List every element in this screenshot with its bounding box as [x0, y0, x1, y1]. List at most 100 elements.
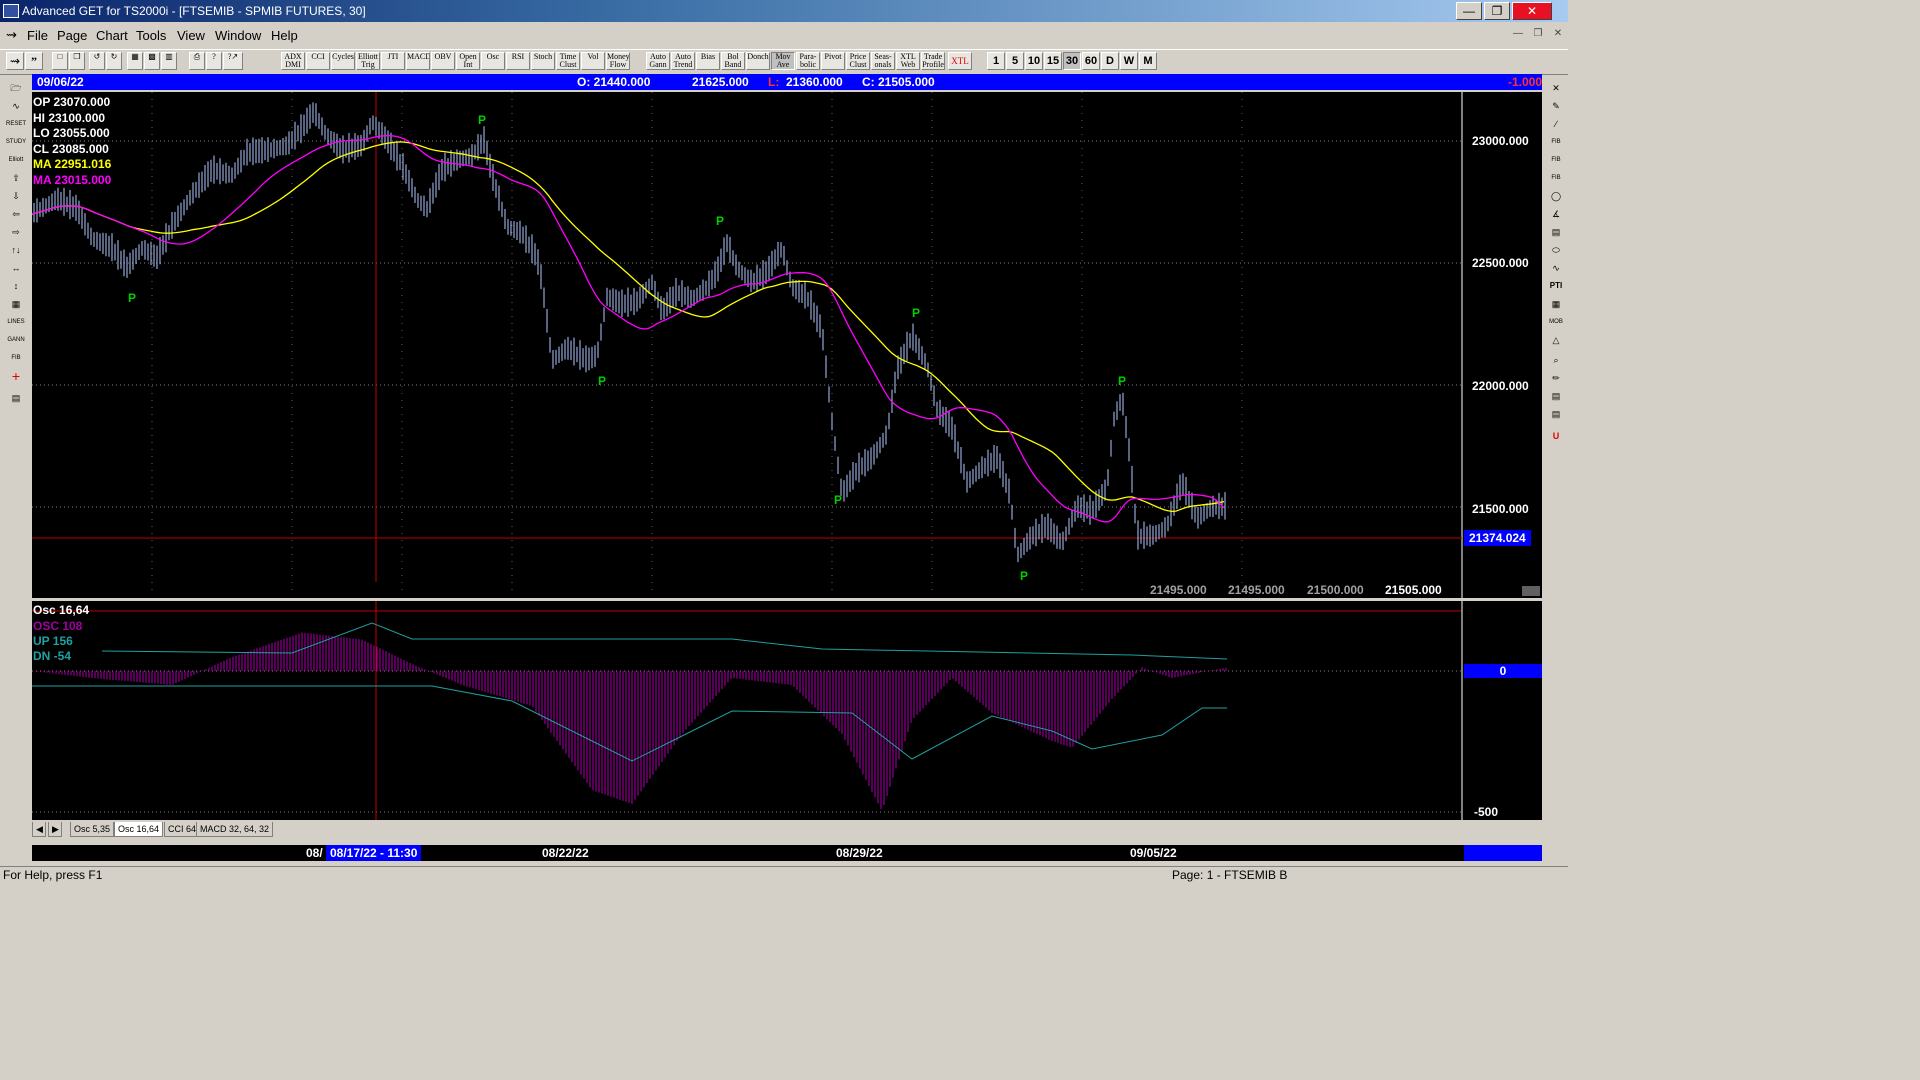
- ellipse-icon[interactable]: ⬭: [1545, 242, 1567, 258]
- menu-page[interactable]: Page: [57, 28, 87, 43]
- layout-icon[interactable]: ▥: [161, 52, 177, 70]
- study-button-macd[interactable]: MACD: [406, 52, 430, 70]
- study-button-mov-ave[interactable]: Mov Ave: [771, 52, 795, 70]
- study-icon[interactable]: STUDY: [5, 134, 27, 150]
- mob-icon[interactable]: MOB: [1545, 314, 1567, 330]
- tab-macd[interactable]: MACD 32, 64, 32: [196, 822, 274, 837]
- interval-button-30[interactable]: 30: [1063, 52, 1081, 70]
- interval-button-15[interactable]: 15: [1044, 52, 1062, 70]
- grid-toggle-icon[interactable]: ▦: [5, 296, 27, 312]
- menu-tools[interactable]: Tools: [136, 28, 166, 43]
- interval-button-1[interactable]: 1: [987, 52, 1005, 70]
- study-button-osc[interactable]: Osc: [481, 52, 505, 70]
- arrow-left-icon[interactable]: ⇦: [5, 206, 27, 222]
- help-bulb-icon[interactable]: ?: [206, 52, 222, 70]
- study-button-stoch[interactable]: Stoch: [531, 52, 555, 70]
- triangle-icon[interactable]: △: [1545, 332, 1567, 348]
- circle-icon[interactable]: ◯: [1545, 188, 1567, 204]
- study-button-time-clust[interactable]: Time Clust: [556, 52, 580, 70]
- context-help-icon[interactable]: ?↗: [223, 52, 243, 70]
- zoom-icon[interactable]: ⌕: [1545, 352, 1567, 368]
- new-page-icon[interactable]: □: [52, 52, 68, 70]
- gann-icon[interactable]: GANN: [5, 332, 27, 348]
- pti-icon[interactable]: PTI: [1545, 278, 1567, 294]
- forward-icon[interactable]: ↻: [106, 52, 122, 70]
- magnet-icon[interactable]: U: [1545, 428, 1567, 444]
- wave-tool-icon[interactable]: ∿: [1545, 260, 1567, 276]
- lines-icon[interactable]: LINES: [5, 314, 27, 330]
- expand-vertical-icon[interactable]: ↕: [5, 278, 27, 294]
- fib-time-icon[interactable]: FIB TIME: [1545, 170, 1567, 197]
- grid-icon[interactable]: ▩: [144, 52, 160, 70]
- arrow-right-icon[interactable]: ⇨: [5, 224, 27, 240]
- study-button-para-bolic[interactable]: Para-bolic: [796, 52, 820, 70]
- copy-icon[interactable]: ❐: [69, 52, 85, 70]
- study-button-bol-band[interactable]: Bol Band: [721, 52, 745, 70]
- minimize-button[interactable]: —: [1456, 2, 1482, 20]
- menu-view[interactable]: View: [177, 28, 205, 43]
- crosshair-icon[interactable]: +: [5, 368, 27, 384]
- channel-icon[interactable]: ▤: [1545, 224, 1567, 240]
- study-button-open-int[interactable]: Open Int: [456, 52, 480, 70]
- maximize-button[interactable]: ❐: [1484, 2, 1510, 20]
- window-tile-icon[interactable]: ▦: [127, 52, 143, 70]
- arrow-down-icon[interactable]: ⇩: [5, 188, 27, 204]
- study-button-jti[interactable]: JTI: [381, 52, 405, 70]
- study-button-seas-onals[interactable]: Seas-onals: [871, 52, 895, 70]
- fib-icon[interactable]: FIB: [5, 350, 27, 366]
- study-button-xtl[interactable]: XTL: [948, 52, 972, 70]
- study-button-rsi[interactable]: RSI: [506, 52, 530, 70]
- back-icon[interactable]: ↺: [89, 52, 105, 70]
- compress-bars-icon[interactable]: ↑↓: [5, 242, 27, 258]
- interval-button-10[interactable]: 10: [1025, 52, 1043, 70]
- study-button-price-clust[interactable]: Price Clust: [846, 52, 870, 70]
- open-folder-icon[interactable]: 🗁: [5, 80, 27, 96]
- print-icon[interactable]: ⎙: [189, 52, 205, 70]
- interval-button-60[interactable]: 60: [1082, 52, 1100, 70]
- tab-osc-5-35[interactable]: Osc 5,35: [70, 822, 115, 837]
- book-icon[interactable]: ▤: [1545, 406, 1567, 422]
- tab-cci-64[interactable]: CCI 64: [164, 822, 201, 837]
- waves-icon[interactable]: ∿: [5, 98, 27, 114]
- menu-window[interactable]: Window: [215, 28, 261, 43]
- study-button-auto-trend[interactable]: Auto Trend: [671, 52, 695, 70]
- fan-icon[interactable]: ∡: [1545, 206, 1567, 222]
- mdi-close-button[interactable]: ✕: [1550, 27, 1566, 42]
- study-button-bias[interactable]: Bias: [696, 52, 720, 70]
- study-button-adx-dmi[interactable]: ADX DMI: [281, 52, 305, 70]
- properties-icon[interactable]: ▤: [5, 390, 27, 406]
- interval-button-5[interactable]: 5: [1006, 52, 1024, 70]
- tab-osc-16-64[interactable]: Osc 16,64: [114, 822, 164, 837]
- menu-help[interactable]: Help: [271, 28, 298, 43]
- interval-button-m[interactable]: M: [1139, 52, 1157, 70]
- fib-ret-icon[interactable]: FIB RET: [1545, 134, 1567, 161]
- close-button[interactable]: ✕: [1512, 2, 1552, 20]
- interval-button-d[interactable]: D: [1101, 52, 1119, 70]
- marker-icon[interactable]: ✏: [1545, 370, 1567, 386]
- table-icon[interactable]: ▦: [1545, 296, 1567, 312]
- study-button-cycles[interactable]: Cycles: [331, 52, 355, 70]
- study-button-vol[interactable]: Vol: [581, 52, 605, 70]
- menu-chart[interactable]: Chart: [96, 28, 128, 43]
- reset-icon[interactable]: RESET: [5, 116, 27, 132]
- study-button-donch[interactable]: Donch: [746, 52, 770, 70]
- interval-button-w[interactable]: W: [1120, 52, 1138, 70]
- mdi-restore-button[interactable]: ❐: [1530, 27, 1546, 42]
- study-button-obv[interactable]: OBV: [431, 52, 455, 70]
- price-chart-panel[interactable]: P P P P P P P P OP 23070.000 HI 23100.000 LO 23…: [32, 92, 1542, 598]
- study-button-auto-gann[interactable]: Auto Gann: [646, 52, 670, 70]
- study-button-pivot[interactable]: Pivot: [821, 52, 845, 70]
- expand-horizontal-icon[interactable]: ↔: [5, 260, 27, 276]
- oscillator-panel[interactable]: Osc 16,64 OSC 108 UP 156 DN -54 0 -500: [32, 601, 1542, 820]
- tab-scroll-left[interactable]: ◀: [32, 822, 46, 837]
- study-button-cci[interactable]: CCI: [306, 52, 330, 70]
- elliott-icon[interactable]: Elliott: [5, 152, 27, 168]
- resize-corner-icon[interactable]: [1522, 586, 1540, 596]
- trendline-icon[interactable]: ∕: [1545, 116, 1567, 132]
- study-button-trade-profile[interactable]: Trade Profile: [921, 52, 945, 70]
- fib-ext-icon[interactable]: FIB EXT: [1545, 152, 1567, 179]
- close-x-icon[interactable]: ✕: [1545, 80, 1567, 96]
- pencil-icon[interactable]: ✎: [1545, 98, 1567, 114]
- cursor-tool-button[interactable]: ⇝: [6, 52, 24, 70]
- study-button-money-flow[interactable]: Money Flow: [606, 52, 630, 70]
